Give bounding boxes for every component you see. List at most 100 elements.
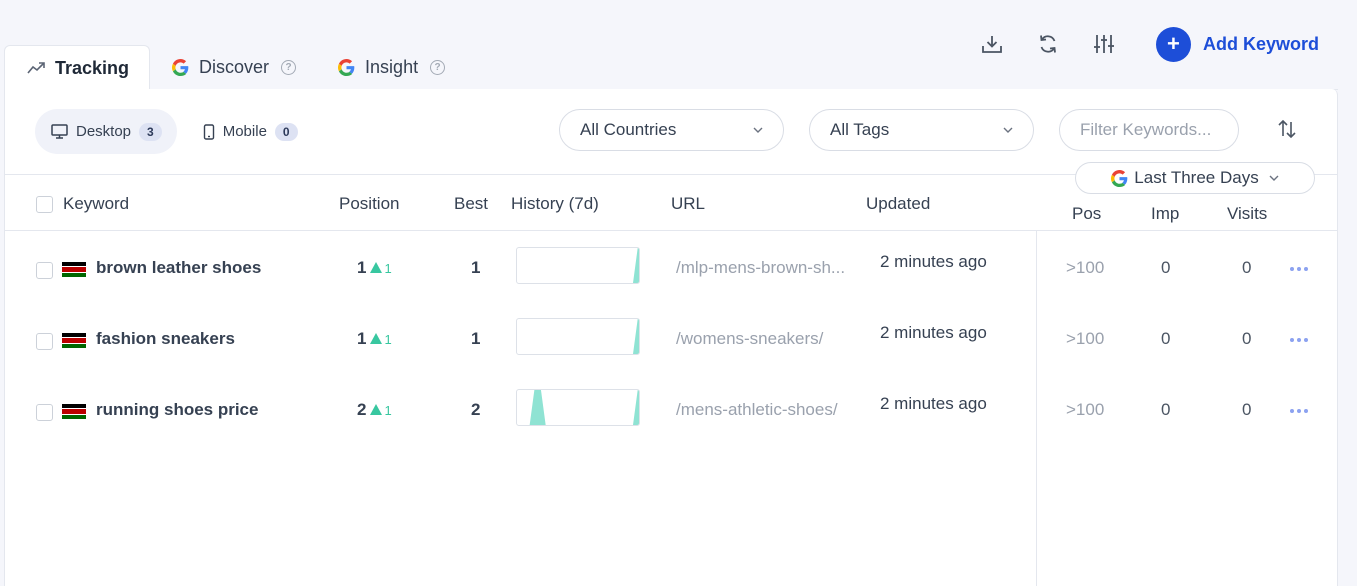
filter-keywords-input[interactable]	[1059, 109, 1239, 151]
up-arrow-icon	[370, 404, 383, 415]
country-select[interactable]: All Countries	[559, 109, 784, 151]
impressions-value: 0	[1161, 329, 1171, 348]
mobile-icon	[203, 123, 214, 140]
up-arrow-icon	[370, 262, 383, 273]
sparkline-chart	[633, 248, 639, 283]
column-header-history: History (7d)	[511, 194, 599, 213]
google-icon	[338, 59, 355, 76]
device-count-badge: 3	[139, 122, 162, 141]
column-header-keyword[interactable]: Keyword	[63, 194, 129, 214]
column-header-visits[interactable]: Visits	[1227, 204, 1267, 224]
row-checkbox[interactable]	[36, 262, 53, 279]
kenya-flag-icon	[62, 404, 86, 419]
more-actions-icon[interactable]	[1290, 338, 1308, 342]
device-switcher: Desktop 3 Mobile 0	[35, 109, 313, 154]
visits-value: 0	[1242, 258, 1252, 277]
change-value: 1	[384, 261, 392, 276]
more-actions-icon[interactable]	[1290, 267, 1308, 271]
keyword-text[interactable]: running shoes price	[96, 400, 258, 420]
column-header-url: URL	[671, 194, 706, 213]
device-desktop-button[interactable]: Desktop 3	[35, 109, 177, 154]
download-button[interactable]	[974, 26, 1010, 62]
sort-arrows-icon	[1278, 119, 1296, 139]
tab-discover[interactable]: Discover ?	[150, 45, 316, 90]
sparkline-chart	[633, 319, 639, 354]
url-link[interactable]: /mens-athletic-shoes/	[676, 400, 838, 420]
position-value: 11	[357, 329, 392, 349]
row-checkbox[interactable]	[36, 404, 53, 421]
updated-time: 2 minutes ago	[880, 252, 987, 271]
url-link[interactable]: /womens-sneakers/	[676, 329, 823, 349]
tab-label: Insight	[365, 57, 419, 77]
date-range-select[interactable]: Last Three Days	[1075, 162, 1315, 194]
add-keyword-label: Add Keyword	[1202, 33, 1319, 54]
tag-select[interactable]: All Tags	[809, 109, 1034, 151]
row-checkbox[interactable]	[36, 333, 53, 350]
help-icon[interactable]: ?	[430, 60, 446, 75]
date-range-value: Last Three Days	[1134, 168, 1259, 187]
best-value: 2	[471, 400, 481, 419]
position-change: 1	[370, 261, 392, 276]
tab-tracking[interactable]: Tracking	[4, 45, 151, 90]
add-keyword-button[interactable]: + Add Keyword	[1155, 26, 1319, 62]
device-count-badge: 0	[274, 122, 298, 141]
settings-sliders-button[interactable]	[1086, 26, 1122, 62]
position-value: 21	[357, 400, 392, 420]
history-sparkline	[516, 247, 640, 284]
tag-select-value: All Tags	[830, 120, 890, 139]
sparkline-area	[529, 390, 639, 425]
sparkline-area	[633, 319, 639, 354]
tab-label: Discover	[199, 57, 270, 77]
keyword-text[interactable]: brown leather shoes	[96, 258, 261, 278]
best-value: 1	[471, 258, 481, 277]
keyword-text[interactable]: fashion sneakers	[96, 329, 235, 349]
up-arrow-icon	[370, 333, 383, 344]
column-header-best[interactable]: Best	[454, 194, 488, 214]
chevron-down-icon	[1269, 175, 1279, 181]
table-row[interactable]: brown leather shoes 11 1 /mlp-mens-brown…	[5, 231, 1337, 302]
kenya-flag-icon	[62, 262, 86, 277]
position-value: 11	[357, 258, 392, 278]
table-row[interactable]: running shoes price 21 2 /mens-athletic-…	[5, 373, 1337, 444]
column-header-updated[interactable]: Updated	[866, 194, 930, 214]
history-sparkline	[516, 318, 640, 355]
google-pos-value: >100	[1066, 329, 1105, 348]
download-icon	[982, 36, 1002, 53]
updated-time: 2 minutes ago	[880, 394, 987, 413]
tracking-panel: Desktop 3 Mobile 0 All Countries All Tag…	[4, 89, 1338, 586]
position-number: 1	[357, 329, 367, 348]
change-value: 1	[384, 332, 392, 347]
more-actions-icon[interactable]	[1290, 409, 1308, 413]
device-label: Desktop	[76, 123, 132, 140]
position-number: 2	[357, 400, 367, 419]
sparkline-chart	[529, 390, 639, 425]
tab-bar: Tracking Discover ? Insight ?	[4, 45, 465, 90]
device-label: Mobile	[222, 123, 267, 140]
sort-button[interactable]	[1273, 115, 1301, 143]
position-number: 1	[357, 258, 367, 277]
select-all-checkbox[interactable]	[36, 196, 53, 213]
table-row[interactable]: fashion sneakers 11 1 /womens-sneakers/ …	[5, 302, 1337, 373]
sparkline-area	[633, 248, 639, 283]
device-mobile-button[interactable]: Mobile 0	[187, 109, 313, 154]
updated-time: 2 minutes ago	[880, 323, 987, 342]
column-header-position[interactable]: Position	[339, 194, 399, 214]
desktop-icon	[51, 124, 68, 139]
history-sparkline	[516, 389, 640, 426]
chevron-down-icon	[1003, 127, 1013, 133]
url-link[interactable]: /mlp-mens-brown-sh...	[676, 258, 845, 278]
impressions-value: 0	[1161, 258, 1171, 277]
help-icon[interactable]: ?	[281, 60, 297, 75]
position-change: 1	[370, 403, 392, 418]
sliders-icon	[1093, 35, 1114, 53]
visits-value: 0	[1242, 329, 1252, 348]
refresh-icon	[1040, 35, 1056, 53]
plus-icon: +	[1155, 26, 1191, 62]
tab-insight[interactable]: Insight ?	[316, 45, 465, 90]
country-select-value: All Countries	[580, 120, 677, 139]
refresh-button[interactable]	[1030, 26, 1066, 62]
column-header-imp[interactable]: Imp	[1151, 204, 1179, 224]
column-header-pos[interactable]: Pos	[1072, 204, 1101, 224]
chevron-down-icon	[753, 127, 763, 133]
toolbar: + Add Keyword	[974, 26, 1319, 62]
